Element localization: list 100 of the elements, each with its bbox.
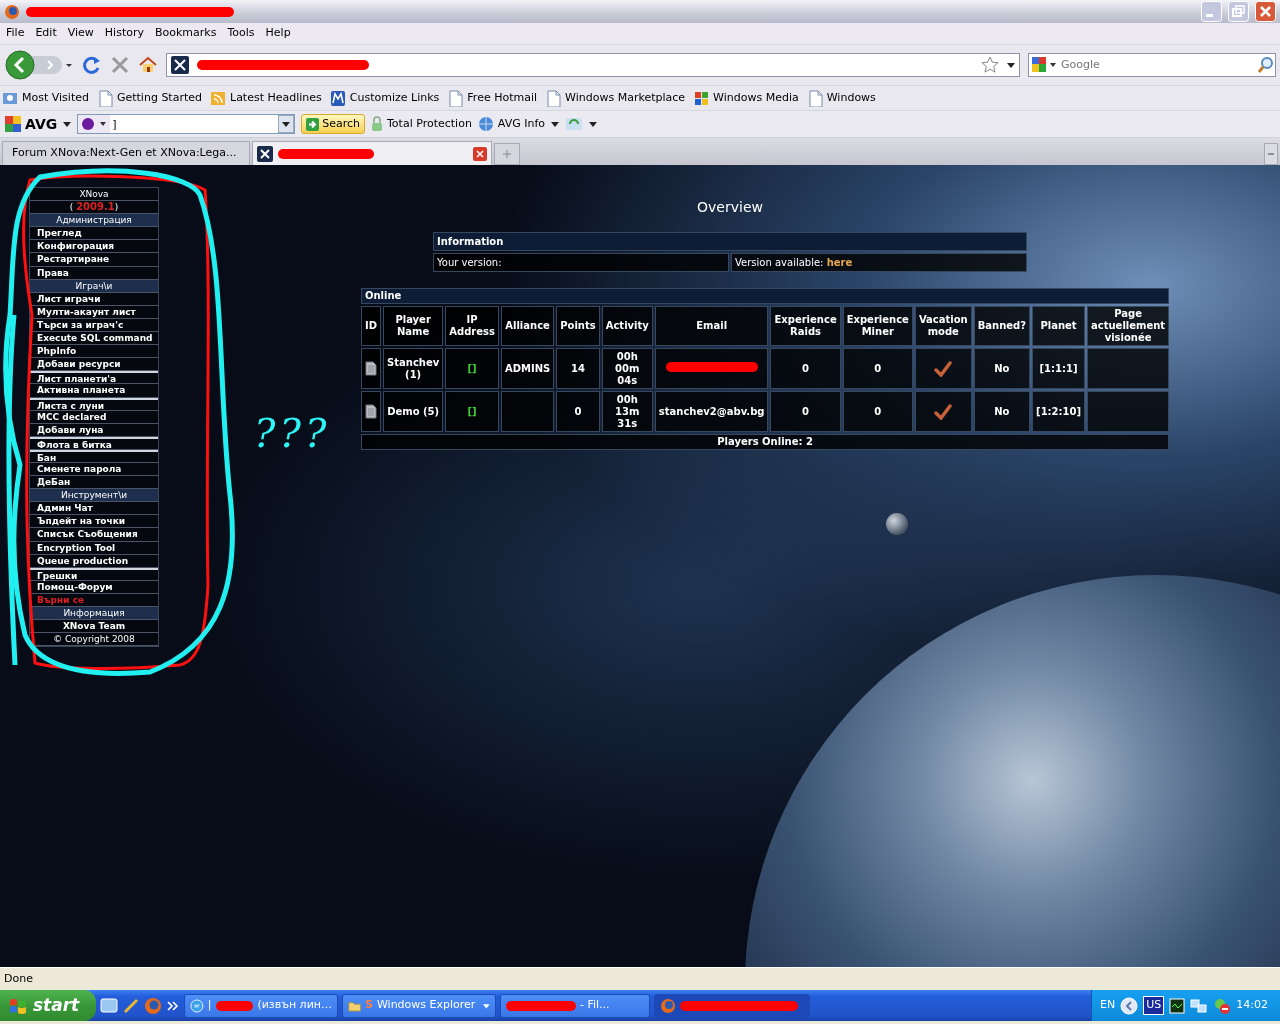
reload-icon[interactable] — [82, 55, 102, 75]
search-icon[interactable] — [1257, 56, 1275, 74]
menu-link[interactable]: Грешки — [30, 567, 158, 581]
avg-logo[interactable]: AVG — [4, 113, 58, 135]
menu-link[interactable]: Конфигорация — [30, 240, 158, 254]
column-header: Email — [654, 306, 769, 346]
taskbar-button[interactable]: | (извън лин… — [184, 993, 338, 1018]
table-cell: 00h 13m 31s — [601, 391, 653, 432]
menu-item[interactable]: History — [100, 25, 151, 42]
toolbar-search-box[interactable]: ] — [77, 114, 296, 134]
rss-icon — [210, 89, 226, 107]
tab-list-icon[interactable] — [1264, 143, 1278, 165]
menu-link[interactable]: Добави ресурси — [30, 358, 158, 372]
menu-link[interactable]: Queue production — [30, 554, 158, 568]
stop-icon[interactable] — [110, 55, 130, 75]
menu-link[interactable]: Execute SQL command — [30, 332, 158, 346]
star-icon[interactable] — [981, 56, 999, 74]
bookmark-item[interactable]: Windows — [806, 89, 878, 107]
column-header: Activity — [601, 306, 653, 346]
dropdown-icon[interactable] — [589, 120, 598, 128]
bookmark-item[interactable]: Windows Media — [693, 89, 801, 107]
menu-link[interactable]: Лист играчи — [30, 292, 158, 306]
menu-link[interactable]: Encryption Tool — [30, 541, 158, 555]
address-bar[interactable] — [166, 53, 1020, 77]
tab[interactable] — [252, 141, 492, 165]
table-heading: Information — [433, 232, 1027, 251]
menu-item[interactable]: Tools — [223, 25, 262, 42]
planet-link[interactable]: [1:1:1] — [1032, 348, 1086, 389]
close-icon[interactable] — [473, 146, 487, 161]
menu-link[interactable]: Флота в битка — [30, 436, 158, 450]
start-button[interactable]: start — [0, 990, 96, 1021]
taskbar-button[interactable]: - Fil... — [500, 993, 650, 1018]
planet-link[interactable]: [1:2:10] — [1032, 391, 1086, 432]
menu-link[interactable]: Списък Съобщения — [30, 528, 158, 542]
table-cell: 0 — [770, 391, 841, 432]
dropdown-icon[interactable] — [551, 120, 560, 128]
dropdown-icon[interactable] — [278, 115, 295, 133]
page-icon — [806, 89, 823, 107]
column-header: Page actuellement visionée — [1087, 306, 1170, 346]
taskbar-button[interactable]: 5 Windows Explorer — [342, 993, 496, 1018]
close-icon[interactable] — [1255, 1, 1276, 22]
messenger-status-icon[interactable] — [1213, 996, 1232, 1015]
bookmark-item[interactable]: Getting Started — [96, 89, 204, 107]
table-cell: 0 — [842, 391, 913, 432]
arrow-icon — [306, 117, 320, 131]
table-cell: No — [973, 348, 1031, 389]
menu-link[interactable]: Търси за играч'с — [30, 318, 158, 333]
dropdown-icon[interactable] — [1007, 61, 1015, 69]
dropdown-icon[interactable] — [63, 120, 72, 128]
refresh-icon[interactable] — [565, 116, 584, 132]
column-header: Points — [556, 306, 600, 346]
status-text: Done — [4, 970, 33, 987]
menu-item[interactable]: Help — [261, 25, 298, 42]
chevron-icon[interactable] — [166, 998, 180, 1013]
tab[interactable]: Forum XNova:Next-Gen et XNova:Lega... — [2, 141, 250, 165]
desktop-icon[interactable] — [100, 996, 118, 1015]
menu-link[interactable]: Админ Чат — [30, 502, 158, 516]
lock-icon — [371, 116, 383, 132]
menu-link[interactable]: Сменете парола — [30, 462, 158, 477]
menu-link[interactable]: Помощ-Форум — [30, 580, 158, 594]
home-icon[interactable] — [138, 55, 158, 75]
menu-item[interactable]: Bookmarks — [151, 25, 224, 42]
ip-link[interactable]: [] — [445, 348, 499, 389]
chevron-icon[interactable] — [1120, 996, 1139, 1015]
menu-link[interactable]: Ъпдейт на точки — [30, 515, 158, 529]
document-icon[interactable] — [365, 361, 377, 376]
menu-link[interactable]: MCC declared — [30, 410, 158, 424]
section-header: Информация — [30, 607, 158, 621]
keyboard-layout[interactable]: US — [1143, 996, 1165, 1015]
menu-link[interactable]: PhpInfo — [30, 345, 158, 359]
menu-item[interactable]: View — [63, 25, 101, 42]
ip-link[interactable]: [] — [445, 391, 499, 432]
bookmark-item[interactable]: Customize Links — [329, 89, 442, 107]
menu-link[interactable]: Активна планета — [30, 384, 158, 398]
bookmark-item[interactable]: Latest Headlines — [210, 89, 324, 107]
handwritten-question-marks: ??? — [254, 413, 331, 453]
menu-item[interactable]: Edit — [31, 25, 64, 42]
bookmark-item[interactable]: Windows Marketplace — [545, 89, 688, 107]
menu-link[interactable]: Бан — [30, 449, 158, 463]
section-header: Инструмент\и — [30, 489, 158, 503]
toolbar-item[interactable]: Total Protection — [371, 115, 472, 133]
menu-link[interactable]: Добави луна — [30, 423, 158, 437]
document-icon[interactable] — [365, 404, 377, 419]
menu-link[interactable]: Лист планети'а — [30, 371, 158, 385]
toolbar-item[interactable]: AVG Info — [477, 115, 546, 133]
search-box[interactable]: Google — [1028, 53, 1276, 77]
taskbar-button[interactable] — [654, 993, 810, 1018]
menu-link[interactable]: Листа с луни — [30, 397, 158, 411]
table-heading: Online — [361, 288, 1170, 304]
menu-link[interactable]: Рестартиране — [30, 253, 158, 267]
monitor-icon[interactable] — [1169, 997, 1186, 1014]
bookmark-item[interactable]: Free Hotmail — [447, 89, 540, 107]
menu-item[interactable]: File — [2, 25, 32, 42]
bookmark-item[interactable]: Most Visited — [2, 89, 91, 107]
back-forward-icon[interactable] — [4, 49, 74, 81]
menu-link[interactable]: Права — [30, 266, 158, 280]
menu-link[interactable]: Преглед — [30, 227, 158, 241]
menu-link[interactable]: Мулти-акаунт лист — [30, 305, 158, 319]
column-header: Banned? — [973, 306, 1031, 346]
search-button[interactable]: Search — [301, 114, 365, 134]
